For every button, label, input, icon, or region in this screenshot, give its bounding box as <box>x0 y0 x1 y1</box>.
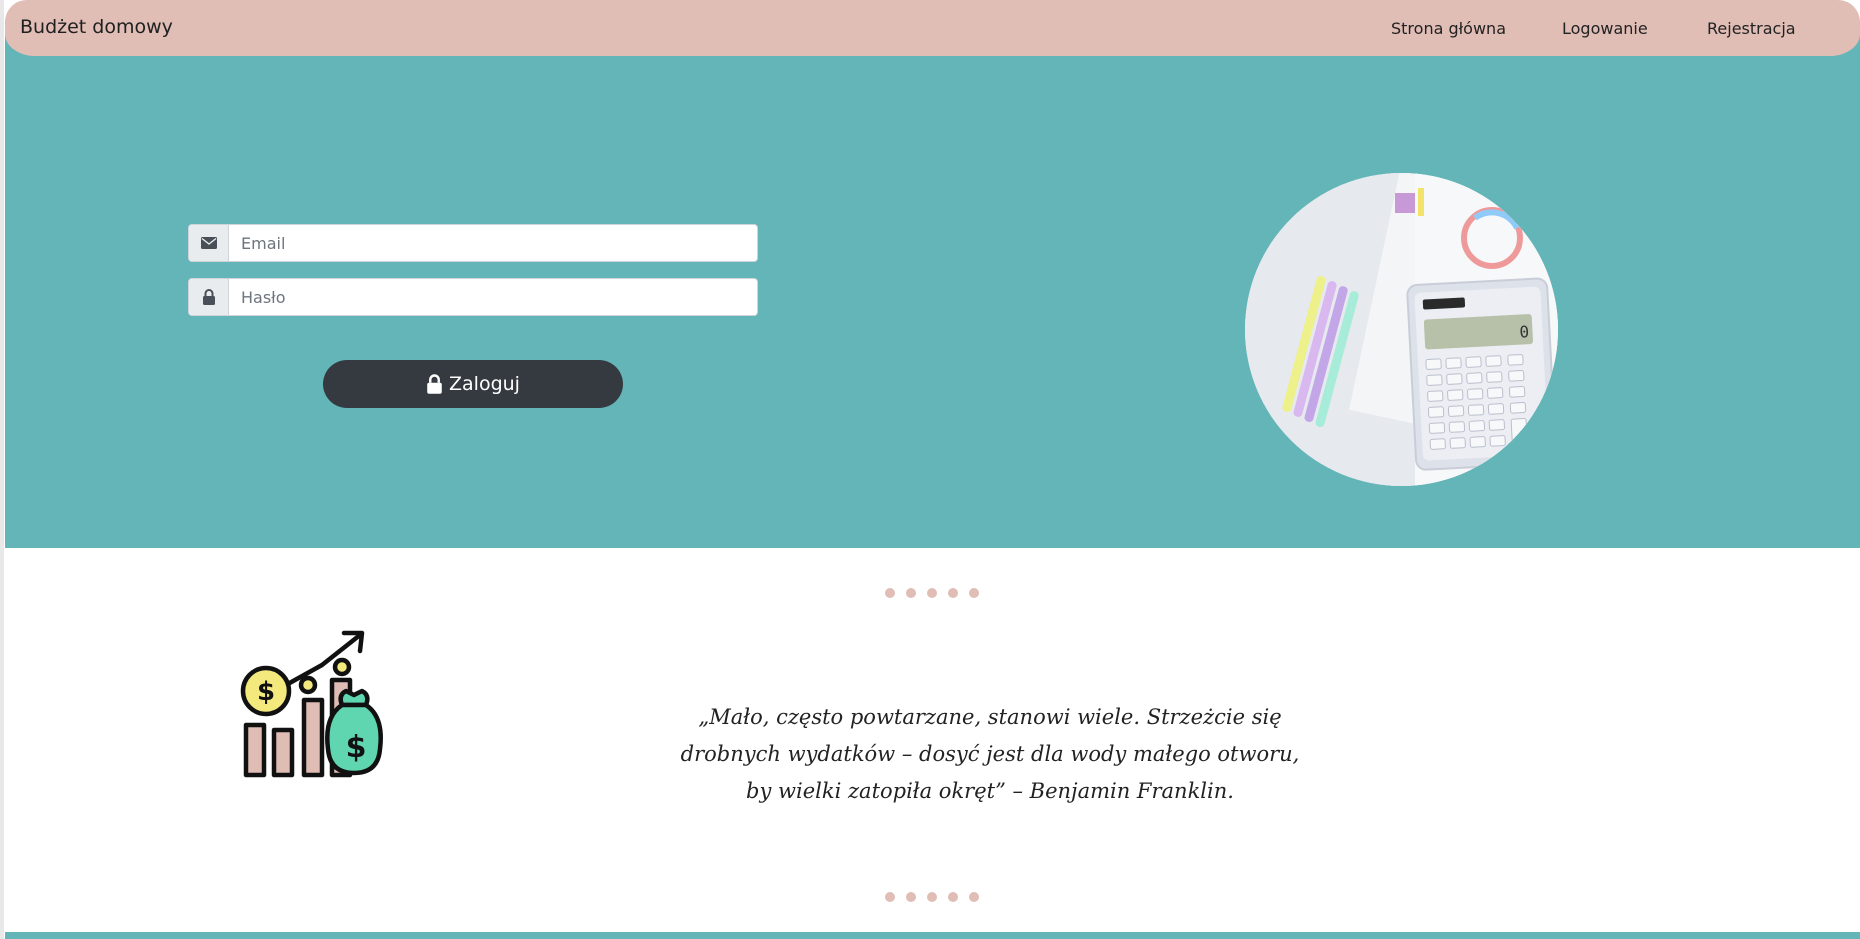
nav-link-login[interactable]: Logowanie <box>1562 19 1648 38</box>
email-input[interactable] <box>229 225 757 261</box>
page-left-border <box>0 0 4 939</box>
calculator-photo: 0 <box>1245 173 1558 486</box>
nav-link-register[interactable]: Rejestracja <box>1707 19 1796 38</box>
footer-bar <box>5 932 1860 939</box>
svg-text:$: $ <box>257 677 275 707</box>
login-button-label: Zaloguj <box>449 373 520 395</box>
login-button[interactable]: Zaloguj <box>323 360 623 408</box>
nav-link-home[interactable]: Strona główna <box>1391 19 1506 38</box>
divider-dots-top <box>885 588 979 598</box>
svg-text:0: 0 <box>1519 322 1530 341</box>
envelope-icon <box>189 225 229 261</box>
email-field[interactable] <box>188 224 758 262</box>
growth-chart-icon: $ $ <box>240 630 383 778</box>
lock-icon <box>189 279 229 315</box>
password-field[interactable] <box>188 278 758 316</box>
finance-quote: „Mało, często powtarzane, stanowi wiele.… <box>680 705 1300 803</box>
divider-dots-bottom <box>885 892 979 902</box>
password-input[interactable] <box>229 279 757 315</box>
svg-text:$: $ <box>346 730 367 765</box>
hero-section: Zaloguj 0 <box>5 28 1860 548</box>
brand-title[interactable]: Budżet domowy <box>20 16 173 38</box>
lock-icon <box>427 374 442 394</box>
navbar: Budżet domowy Strona główna Logowanie Re… <box>5 0 1860 56</box>
